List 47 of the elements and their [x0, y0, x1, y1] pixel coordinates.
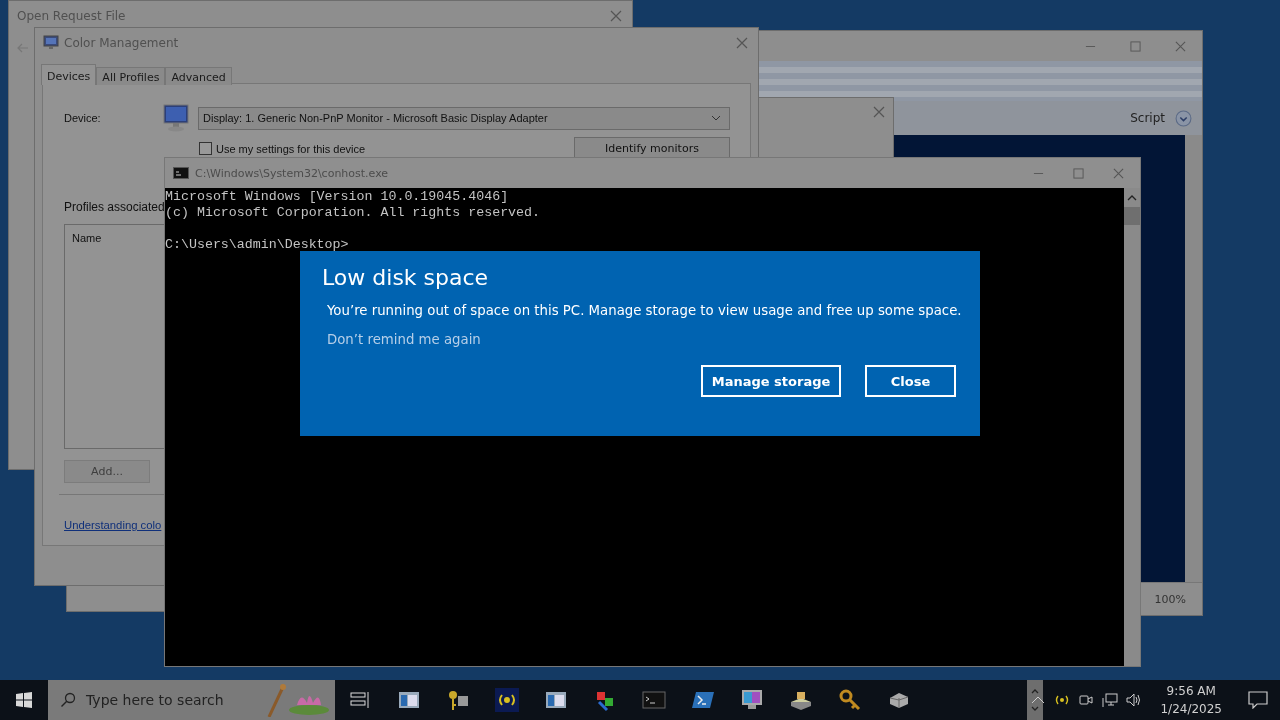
task-view-icon[interactable]	[350, 691, 370, 709]
tab[interactable]: All Profiles	[96, 67, 166, 85]
search-icon	[60, 692, 76, 708]
device-dropdown[interactable]: Display: 1. Generic Non-PnP Monitor - Microsoft Basic Display Adapter	[198, 106, 730, 130]
toolbar-label[interactable]: Script	[1130, 111, 1165, 125]
monitor-icon	[162, 103, 190, 133]
console-line: (c) Microsoft Corporation. All rights reserved.	[165, 205, 541, 221]
scroll-up-icon[interactable]	[1127, 195, 1137, 201]
broadcast-icon[interactable]	[495, 688, 519, 712]
keys-icon[interactable]	[446, 688, 470, 712]
manage-storage-button[interactable]: Manage storage	[701, 365, 841, 397]
scrollbar[interactable]	[1027, 680, 1043, 720]
console-prompt: C:\Users\admin\Desktop>	[165, 237, 349, 253]
clock-date[interactable]: 1/24/2025	[1160, 700, 1222, 718]
help-link[interactable]: Understanding colo	[64, 519, 162, 531]
device-label: Device:	[64, 112, 102, 124]
section-label: Profiles associated	[64, 200, 165, 214]
window-title: Open Request File	[17, 9, 126, 23]
scrollbar[interactable]	[1185, 135, 1202, 582]
network-icon[interactable]	[1102, 692, 1119, 708]
dont-remind-link[interactable]: Don’t remind me again	[327, 332, 481, 347]
window-title: C:\Windows\System32\conhost.exe	[195, 166, 390, 180]
windows-start-icon[interactable]	[16, 692, 32, 708]
tab[interactable]: Devices	[41, 64, 97, 85]
monitor-icon	[43, 35, 59, 51]
clock-time[interactable]: 9:56 AM	[1166, 682, 1216, 700]
notification-icon[interactable]	[1248, 691, 1268, 709]
terminal-icon[interactable]	[642, 688, 666, 712]
window-title: Color Management	[64, 36, 179, 50]
checkbox[interactable]	[199, 142, 212, 155]
dialog-title: Low disk space	[322, 265, 490, 290]
caret-icon	[711, 115, 721, 121]
dialog-message: You’re running out of space on this PC. Manage storage to view usage and free up some space.	[327, 303, 958, 318]
camera-icon[interactable]	[1078, 692, 1095, 708]
search-field[interactable]: Type here to search	[48, 680, 335, 720]
checkbox-label[interactable]: Use my settings for this device	[216, 142, 366, 155]
tab[interactable]: Advanced	[165, 67, 232, 85]
console-icon	[173, 167, 189, 179]
column-header[interactable]: Name	[72, 232, 102, 244]
close-button[interactable]: Close	[865, 365, 956, 397]
monitor-icon[interactable]	[740, 688, 764, 712]
console-line: Microsoft Windows [Version 10.0.19045.4046]	[165, 189, 509, 205]
scrollbar[interactable]	[1124, 188, 1140, 666]
zoom-level: 100%	[1154, 592, 1186, 606]
key-icon[interactable]	[838, 688, 862, 712]
volume-icon[interactable]	[1126, 692, 1143, 708]
scrollbar-thumb[interactable]	[1124, 207, 1140, 225]
